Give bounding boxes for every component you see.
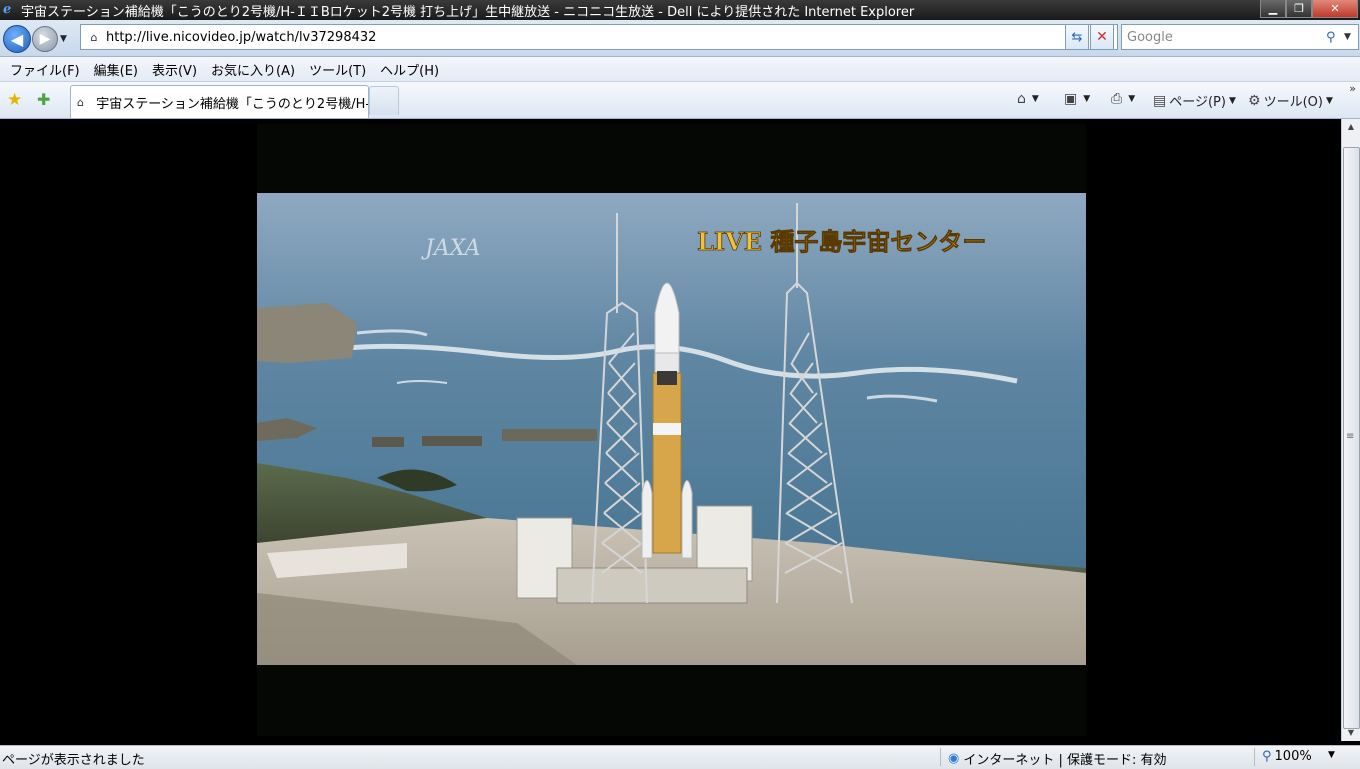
window-controls: ▁ ❐ ✕ <box>1260 0 1358 18</box>
window-titlebar: ℯ 宇宙ステーション補給機「こうのとり2号機/H-ＩＩBロケット2号機 打ち上げ… <box>0 0 1360 20</box>
page-icon: ▤ <box>1153 92 1167 109</box>
refresh-button[interactable]: ⇆ <box>1065 24 1089 50</box>
security-zone[interactable]: ◉ インターネット | 保護モード: 有効 <box>948 749 1167 768</box>
tools-menu-label: ツール(O) <box>1263 95 1323 110</box>
status-divider <box>1254 748 1255 766</box>
minimize-button[interactable]: ▁ <box>1260 0 1286 18</box>
search-options-icon[interactable]: ▼ <box>1344 32 1358 42</box>
live-caption: LIVE 種子島宇宙センター <box>697 227 986 256</box>
stop-button[interactable]: ✕ <box>1090 24 1114 50</box>
menu-file[interactable]: ファイル(F) <box>10 60 80 79</box>
home-button[interactable]: ⌂ ▼ <box>1017 91 1039 107</box>
tab-active[interactable]: ⌂ 宇宙ステーション補給機「こうのとり2号機/H-... <box>70 85 369 118</box>
recent-pages-dropdown[interactable]: ▼ <box>60 34 67 44</box>
status-divider <box>940 748 941 766</box>
page-content: JAXA LIVE 種子島宇宙センター <box>0 119 1341 741</box>
scroll-up-arrow-icon[interactable]: ▲ <box>1342 119 1360 135</box>
search-input[interactable]: Google <box>1127 30 1326 45</box>
globe-icon: ◉ <box>948 751 960 766</box>
window-title: 宇宙ステーション補給機「こうのとり2号機/H-ＩＩBロケット2号機 打ち上げ」生… <box>21 4 915 20</box>
new-tab-button[interactable] <box>369 86 399 115</box>
home-icon: ⌂ <box>1017 91 1026 107</box>
menu-bar: ファイル(F) 編集(E) 表示(V) お気に入り(A) ツール(T) ヘルプ(… <box>0 57 1360 82</box>
menu-help[interactable]: ヘルプ(H) <box>380 60 439 79</box>
video-player[interactable]: JAXA LIVE 種子島宇宙センター <box>257 124 1086 736</box>
tab-favicon-icon: ⌂ <box>77 95 84 109</box>
add-favorites-icon[interactable]: ✚ <box>37 90 50 109</box>
print-dropdown-icon[interactable]: ▼ <box>1128 94 1135 104</box>
print-button[interactable]: ⎙ ▼ <box>1111 91 1135 107</box>
status-message: ページが表示されました <box>2 753 145 768</box>
feeds-dropdown-icon[interactable]: ▼ <box>1083 94 1090 104</box>
tab-label: 宇宙ステーション補給機「こうのとり2号機/H-... <box>96 96 368 112</box>
favorites-tab-bar: ★ ✚ ⌂ 宇宙ステーション補給機「こうのとり2号機/H-... ⌂ ▼ ▣ ▼ ⎙… <box>0 82 1360 119</box>
ie-logo-icon: ℯ <box>3 2 12 17</box>
tools-dropdown-icon: ▼ <box>1325 95 1333 106</box>
back-arrow-icon: ◀ <box>10 29 24 49</box>
navigation-bar: ◀ ▶ ▼ ⌂ http://live.nicovideo.jp/watch/l… <box>0 20 1360 57</box>
menu-view[interactable]: 表示(V) <box>152 60 197 79</box>
jaxa-logo: JAXA <box>421 236 480 261</box>
menu-tools[interactable]: ツール(T) <box>309 60 366 79</box>
menu-edit[interactable]: 編集(E) <box>94 60 138 79</box>
feeds-button[interactable]: ▣ ▼ <box>1064 91 1090 107</box>
refresh-icon: ⇆ <box>1071 29 1083 45</box>
page-dropdown-icon: ▼ <box>1228 95 1236 106</box>
zoom-control[interactable]: ⚲ 100% <box>1262 749 1312 764</box>
video-frame: JAXA LIVE 種子島宇宙センター <box>257 193 1086 665</box>
maximize-button[interactable]: ❐ <box>1286 0 1312 18</box>
menu-favorites[interactable]: お気に入り(A) <box>211 60 295 79</box>
zoom-level: 100% <box>1274 749 1312 764</box>
zoom-dropdown-icon[interactable]: ▼ <box>1328 750 1335 760</box>
print-icon: ⎙ <box>1111 91 1123 107</box>
status-bar: ページが表示されました ◉ インターネット | 保護モード: 有効 ⚲ 100%… <box>0 745 1360 769</box>
stop-icon: ✕ <box>1096 29 1108 45</box>
launch-pad-scene: JAXA LIVE 種子島宇宙センター <box>257 193 1086 665</box>
gear-icon: ⚙ <box>1248 92 1261 109</box>
search-box[interactable]: Google ⚲ ▼ <box>1121 24 1359 50</box>
zone-label: インターネット | 保護モード: 有効 <box>963 753 1167 768</box>
scroll-down-arrow-icon[interactable]: ▼ <box>1342 725 1360 741</box>
vertical-scrollbar[interactable]: ▲ ≡ ▼ <box>1341 119 1360 741</box>
home-dropdown-icon[interactable]: ▼ <box>1032 94 1039 104</box>
chevron-more-icon[interactable]: » <box>1349 82 1356 95</box>
favorites-center-star-icon[interactable]: ★ <box>7 90 22 110</box>
feeds-icon: ▣ <box>1064 91 1078 107</box>
back-button[interactable]: ◀ <box>3 25 31 53</box>
tools-menu-button[interactable]: ⚙ ツール(O) ▼ <box>1248 91 1333 111</box>
page-menu-label: ページ(P) <box>1169 95 1226 110</box>
address-input[interactable]: http://live.nicovideo.jp/watch/lv3729843… <box>106 30 1100 45</box>
forward-button[interactable]: ▶ <box>32 26 58 52</box>
address-bar[interactable]: ⌂ http://live.nicovideo.jp/watch/lv37298… <box>80 24 1118 50</box>
page-menu-button[interactable]: ▤ ページ(P) ▼ <box>1153 91 1236 111</box>
zoom-icon: ⚲ <box>1262 749 1272 764</box>
page-favicon-icon: ⌂ <box>90 30 98 44</box>
search-icon[interactable]: ⚲ <box>1326 30 1344 45</box>
scrollbar-grip-icon: ≡ <box>1346 431 1355 442</box>
forward-arrow-icon: ▶ <box>39 31 51 47</box>
close-button[interactable]: ✕ <box>1312 0 1358 18</box>
